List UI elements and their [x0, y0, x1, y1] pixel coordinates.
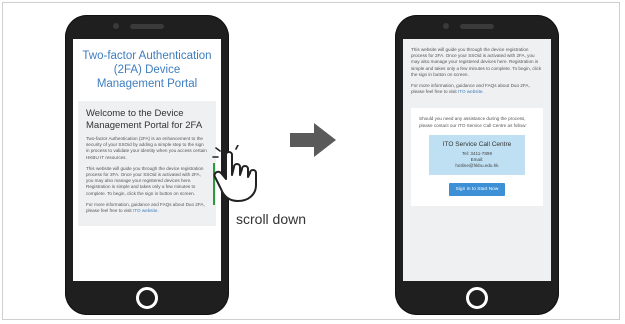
- guide-paragraph: This website will guide you through the …: [411, 47, 542, 77]
- assistance-card: Should you need any assistance during th…: [411, 108, 543, 206]
- guide-paragraph: This website will guide you through the …: [86, 165, 204, 196]
- welcome-heading: Welcome to the Device Management Portal …: [86, 108, 203, 131]
- phone-left-screen[interactable]: Two-factor Authentication (2FA) Device M…: [73, 39, 221, 281]
- contact-title: ITO Service Call Centre: [442, 140, 512, 148]
- page-title: Two-factor Authentication (2FA) Device M…: [82, 50, 212, 90]
- scroll-down-label: scroll down: [236, 211, 307, 227]
- info-paragraph: For more information, guidance and FAQs …: [86, 202, 208, 214]
- arrow-right-icon: [290, 123, 336, 157]
- home-button[interactable]: [136, 287, 158, 309]
- speaker-icon: [460, 24, 494, 29]
- welcome-card: Welcome to the Device Management Portal …: [78, 101, 216, 227]
- phone-right-screen[interactable]: This website will guide you through the …: [403, 39, 551, 281]
- intro-paragraph: Two-factor Authentication (2FA) is an en…: [86, 136, 207, 160]
- contact-email[interactable]: hotline@hkbu.edu.hk: [433, 163, 521, 169]
- home-button[interactable]: [466, 287, 488, 309]
- assistance-text: Should you need any assistance during th…: [419, 116, 527, 128]
- camera-icon: [443, 23, 449, 29]
- contact-box: ITO Service Call Centre Tel: 3411-7899 E…: [429, 134, 525, 175]
- phone-left: Two-factor Authentication (2FA) Device M…: [65, 15, 229, 315]
- phone-right: This website will guide you through the …: [395, 15, 559, 315]
- ito-website-link[interactable]: ITO website.: [133, 208, 159, 213]
- ito-website-link[interactable]: ITO website.: [458, 89, 484, 94]
- camera-icon: [113, 23, 119, 29]
- info-paragraph: For more information, guidance and FAQs …: [411, 83, 543, 95]
- speaker-icon: [130, 24, 164, 29]
- sign-in-button[interactable]: Sign In to Start Now: [448, 182, 506, 196]
- hand-swipe-icon: [212, 145, 257, 202]
- info-section: This website will guide you through the …: [403, 39, 551, 102]
